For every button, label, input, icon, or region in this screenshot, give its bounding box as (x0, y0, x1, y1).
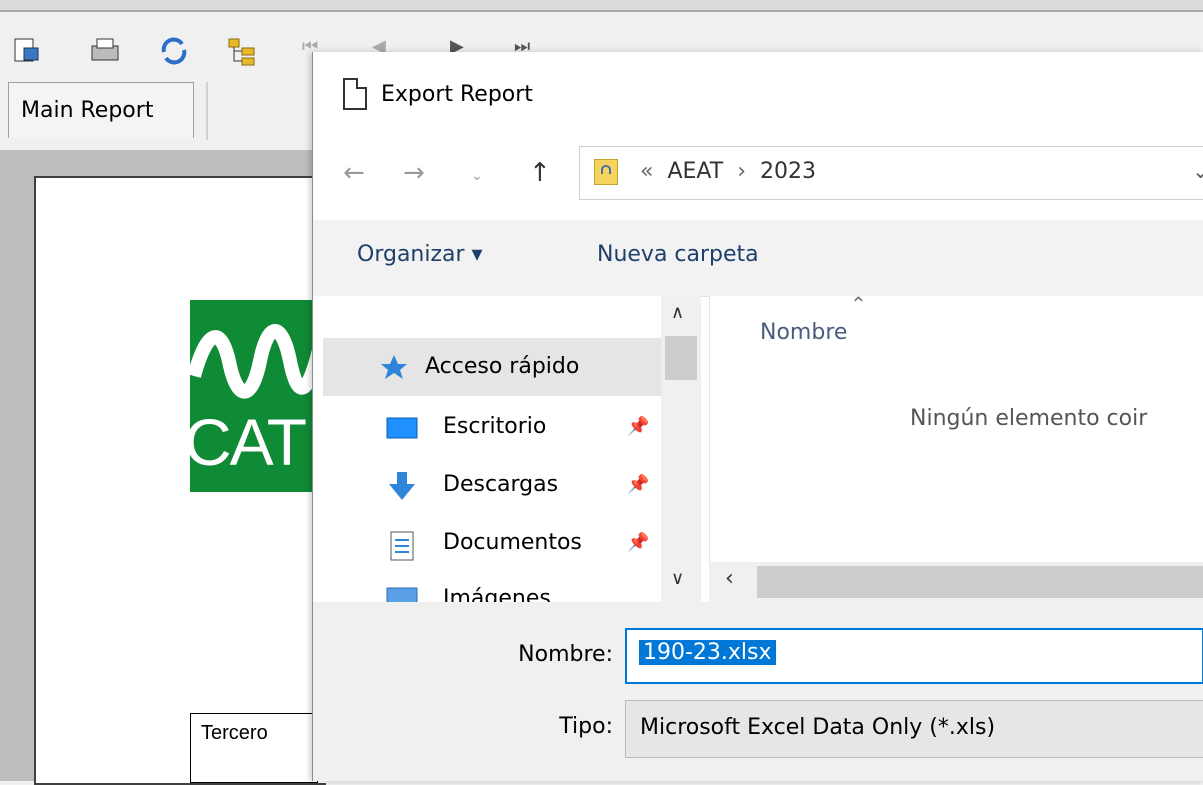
command-bar: Organizar ▾ Nueva carpeta (313, 220, 1203, 297)
breadcrumb: « AEAT › 2023 (640, 159, 816, 184)
filename-value[interactable]: 190-23.xlsx (639, 640, 776, 665)
user-folder-icon (594, 159, 618, 185)
filetype-label: Tipo: (559, 714, 613, 739)
nav-clip: Imágenes (313, 580, 661, 602)
back-arrow-icon[interactable]: ← (343, 158, 365, 188)
logo-text: CAT (190, 405, 307, 479)
file-list: ⌃ Nombre Ningún elemento coir (709, 292, 1203, 602)
filename-input[interactable]: 190-23.xlsx (625, 628, 1203, 684)
document-icon (343, 78, 367, 110)
nav-item-acceso-rapido[interactable]: Acceso rápido (425, 354, 579, 379)
documents-icon (385, 530, 419, 561)
report-field-box: Tercero (190, 713, 318, 783)
desktop-icon (385, 414, 419, 442)
chevron-down-icon[interactable]: ⌄ (1192, 159, 1203, 183)
dialog-title: Export Report (381, 82, 533, 107)
pin-icon[interactable]: 📌 (627, 416, 649, 437)
file-list-scroll-thumb[interactable] (757, 566, 1203, 598)
export-icon[interactable] (12, 36, 42, 66)
company-logo: CAT (190, 300, 316, 492)
nav-scroll-thumb[interactable] (665, 336, 697, 380)
save-options: Nombre: 190-23.xlsx Tipo: Microsoft Exce… (313, 602, 1203, 781)
breadcrumb-overflow[interactable]: « (640, 159, 653, 184)
pin-icon[interactable]: 📌 (627, 474, 649, 495)
navigation-pane: Acceso rápido Escritorio 📌 Descargas 📌 D… (313, 296, 661, 602)
organize-button[interactable]: Organizar ▾ (357, 242, 483, 267)
report-field-label: Tercero (201, 722, 268, 744)
quick-access-star-icon (379, 352, 413, 380)
filetype-value[interactable]: Microsoft Excel Data Only (*.xls) (640, 715, 995, 740)
breadcrumb-folder-aeat[interactable]: AEAT (667, 159, 723, 184)
pin-icon[interactable]: 📌 (627, 532, 649, 553)
recent-dropdown-icon[interactable]: ⌄ (471, 168, 483, 184)
nav-item-descargas[interactable]: Descargas (443, 472, 558, 497)
window-top-border (0, 0, 1203, 12)
breadcrumb-separator: › (737, 159, 747, 184)
nav-scrollbar[interactable]: ∧ ∨ (661, 296, 701, 602)
scroll-left-icon[interactable]: ‹ (725, 566, 734, 591)
pictures-icon (385, 586, 419, 602)
filetype-select[interactable]: Microsoft Excel Data Only (*.xls) (625, 700, 1203, 758)
up-arrow-icon[interactable]: ↑ (529, 158, 551, 188)
print-icon[interactable] (88, 36, 122, 66)
forward-arrow-icon[interactable]: → (403, 158, 425, 188)
scroll-up-icon[interactable]: ∧ (671, 302, 684, 323)
refresh-icon[interactable] (158, 36, 190, 66)
downloads-arrow-icon (385, 470, 419, 500)
filename-label: Nombre: (518, 642, 613, 667)
address-bar[interactable]: « AEAT › 2023 ⌄ (579, 146, 1203, 200)
nav-item-documentos[interactable]: Documentos (443, 530, 582, 555)
new-folder-button[interactable]: Nueva carpeta (597, 242, 759, 267)
tab-divider (206, 82, 208, 140)
nav-item-escritorio[interactable]: Escritorio (443, 414, 546, 439)
breadcrumb-folder-2023[interactable]: 2023 (760, 159, 816, 184)
file-list-scrollbar[interactable]: ‹ (709, 562, 1203, 602)
nav-item-imagenes[interactable]: Imágenes (443, 586, 551, 602)
tab-main-report[interactable]: Main Report (8, 82, 194, 138)
export-dialog: Export Report ← → ⌄ ↑ « AEAT › 2023 ⌄ Or… (312, 52, 1203, 781)
column-header-nombre[interactable]: Nombre (760, 320, 847, 345)
empty-list-message: Ningún elemento coir (910, 406, 1148, 431)
group-tree-icon[interactable] (226, 36, 258, 66)
scroll-down-icon[interactable]: ∨ (671, 568, 684, 589)
sort-caret-icon: ⌃ (850, 292, 867, 316)
